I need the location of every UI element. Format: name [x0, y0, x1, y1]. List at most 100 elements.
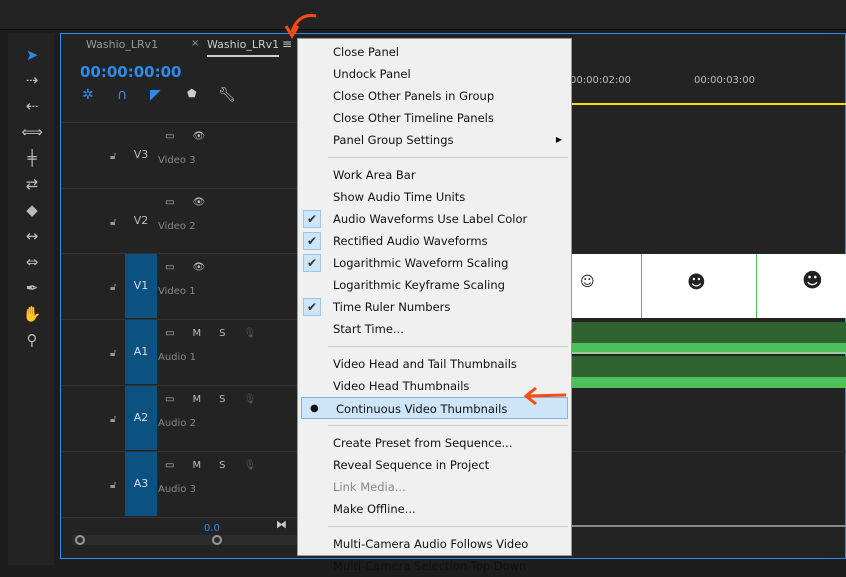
rolling-edit-icon[interactable]: ╪ — [21, 148, 43, 168]
menu-item[interactable]: Close Other Panels in Group — [299, 85, 570, 107]
eye-icon[interactable]: 👁︎ — [192, 262, 205, 273]
menu-item[interactable]: Video Head and Tail Thumbnails — [299, 353, 570, 375]
video-clip-thumbnails[interactable]: ☺ ☻ ☻ — [572, 254, 846, 318]
lock-icon[interactable]: 🔓︎ — [110, 480, 116, 491]
snap-magnet-icon[interactable]: ∩ — [117, 87, 127, 103]
ripple-edit-icon[interactable]: ⟺ — [21, 122, 43, 142]
menu-item[interactable]: ✔ Rectified Audio Waveforms — [299, 230, 570, 252]
track-header-v3[interactable]: 🔓︎ V3 ▭ 👁︎ Video 3 — [62, 122, 297, 187]
track-name: Audio 3 — [158, 483, 196, 495]
linked-selection-icon[interactable]: ◤ — [150, 87, 161, 103]
tab-sequence-active[interactable]: Washio_LRv1 — [207, 38, 280, 57]
menu-item[interactable]: Start Time... — [299, 318, 570, 340]
menu-item[interactable]: Reveal Sequence in Project — [299, 454, 570, 476]
eye-icon[interactable]: 👁︎ — [192, 197, 205, 208]
scroll-handle-right[interactable] — [212, 535, 222, 545]
track-target[interactable]: A3 — [125, 451, 157, 516]
mute-button[interactable]: M — [192, 328, 201, 339]
menu-item[interactable]: Make Offline... — [299, 498, 570, 520]
tab-sequence-1[interactable]: Washio_LRv1 — [86, 38, 158, 51]
add-marker-icon[interactable]: ⬟ — [187, 87, 197, 100]
zoom-scrollbar[interactable] — [72, 535, 297, 545]
menu-item-label: Show Audio Time Units — [333, 190, 466, 204]
menu-item[interactable]: Multi-Camera Audio Follows Video — [299, 533, 570, 555]
menu-item[interactable]: Panel Group Settings ▶ — [299, 129, 570, 151]
menu-item-label: Logarithmic Waveform Scaling — [333, 256, 509, 270]
track-header-a2[interactable]: 🔓︎ A2 ▭ M S 🎙︎ Audio 2 — [62, 384, 297, 450]
menu-item[interactable]: Link Media... — [299, 476, 570, 498]
sync-lock-icon[interactable]: ▭ — [165, 262, 174, 273]
menu-item-label: Multi-Camera Selection Top Down — [333, 559, 527, 573]
track-target[interactable]: A1 — [125, 320, 157, 385]
collapse-icon[interactable]: ⧓ — [276, 518, 287, 531]
mute-button[interactable]: M — [192, 460, 201, 471]
track-select-backward-icon[interactable]: ⇠ — [21, 96, 43, 116]
lock-icon[interactable]: 🔓︎ — [110, 282, 116, 293]
menu-item[interactable]: Close Other Timeline Panels — [299, 107, 570, 129]
track-header-a3[interactable]: 🔓︎ A3 ▭ M S 🎙︎ Audio 3 — [62, 450, 297, 516]
track-select-forward-icon[interactable]: ⇢ — [21, 70, 43, 90]
tab-close-icon[interactable]: × — [191, 38, 199, 49]
ruler-label: 00:00:02:00 — [570, 75, 632, 86]
audio-clip-channel-2[interactable] — [572, 356, 846, 388]
sync-lock-icon[interactable]: ▭ — [165, 131, 174, 142]
menu-item[interactable]: Close Panel — [299, 41, 570, 63]
razor-icon[interactable]: ◆ — [21, 200, 43, 220]
lock-icon[interactable]: 🔓︎ — [110, 348, 116, 359]
ruler-label: 00:00:03:00 — [694, 75, 756, 86]
menu-item-label: Reveal Sequence in Project — [333, 458, 490, 472]
zoom-icon[interactable]: ⚲ — [21, 330, 43, 350]
menu-item[interactable]: Show Audio Time Units — [299, 186, 570, 208]
audio-clip-channel-1[interactable] — [572, 322, 846, 354]
sync-lock-icon[interactable]: ▭ — [165, 197, 174, 208]
microphone-icon[interactable]: 🎙︎ — [243, 394, 256, 405]
track-header-v2[interactable]: 🔓︎ V2 ▭ 👁︎ Video 2 — [62, 187, 297, 253]
microphone-icon[interactable]: 🎙︎ — [243, 460, 256, 471]
timecode-display[interactable]: 00:00:00:00 — [80, 63, 182, 81]
microphone-icon[interactable]: 🎙︎ — [243, 328, 256, 339]
checkmark-icon: ✔ — [303, 232, 321, 250]
track-name: Video 1 — [158, 286, 196, 298]
timeline-scrollbar[interactable] — [572, 525, 846, 527]
lock-icon[interactable]: 🔓︎ — [110, 217, 116, 228]
selection-tool-icon[interactable]: ➤ — [21, 45, 43, 65]
track-target[interactable]: V2 — [125, 189, 157, 253]
menu-item[interactable]: ✔ Logarithmic Waveform Scaling — [299, 252, 570, 274]
menu-item[interactable]: Logarithmic Keyframe Scaling — [299, 274, 570, 296]
time-ruler[interactable]: 00:00:02:00 00:00:03:00 — [570, 70, 846, 105]
slide-icon[interactable]: ⇔ — [21, 252, 43, 272]
track-footer: 0.0 ⧓ — [62, 517, 297, 557]
track-target[interactable]: V3 — [125, 123, 157, 187]
solo-button[interactable]: S — [219, 460, 225, 471]
hand-icon[interactable]: ✋ — [21, 304, 43, 324]
sync-lock-icon[interactable]: ▭ — [165, 394, 174, 405]
menu-item-label: Start Time... — [333, 322, 404, 336]
solo-button[interactable]: S — [219, 328, 225, 339]
menu-item[interactable]: ✔ Time Ruler Numbers — [299, 296, 570, 318]
menu-item[interactable]: ✔ Audio Waveforms Use Label Color — [299, 208, 570, 230]
menu-item[interactable]: Undock Panel — [299, 63, 570, 85]
lock-icon[interactable]: 🔓︎ — [110, 151, 116, 162]
menu-item[interactable]: Work Area Bar — [299, 164, 570, 186]
slip-icon[interactable]: ↔ — [21, 226, 43, 246]
eye-icon[interactable]: 👁︎ — [192, 131, 205, 142]
menu-item[interactable]: Multi-Camera Selection Top Down — [299, 555, 570, 577]
work-area-bar[interactable] — [572, 103, 846, 105]
track-target[interactable]: V1 — [125, 254, 157, 319]
annotation-arrow-icon — [284, 14, 317, 39]
sync-lock-icon[interactable]: ▭ — [165, 328, 174, 339]
lock-icon[interactable]: 🔓︎ — [110, 414, 116, 425]
track-target[interactable]: A2 — [125, 385, 157, 450]
solo-button[interactable]: S — [219, 394, 225, 405]
settings-wrench-icon[interactable]: 🔧︎ — [218, 87, 236, 103]
sync-lock-icon[interactable]: ▭ — [165, 460, 174, 471]
track-header-a1[interactable]: 🔓︎ A1 ▭ M S 🎙︎ Audio 1 — [62, 319, 297, 385]
scroll-handle-left[interactable] — [75, 535, 85, 545]
menu-item[interactable]: Create Preset from Sequence... — [299, 432, 570, 454]
rate-stretch-icon[interactable]: ⇄ — [21, 174, 43, 194]
mute-button[interactable]: M — [192, 394, 201, 405]
snap-nest-icon[interactable]: ✲ — [82, 87, 94, 103]
track-header-v1[interactable]: 🔓︎ V1 ▭ 👁︎ Video 1 — [62, 253, 297, 319]
menu-item-label: Panel Group Settings — [333, 133, 454, 147]
pen-icon[interactable]: ✒ — [21, 278, 43, 298]
